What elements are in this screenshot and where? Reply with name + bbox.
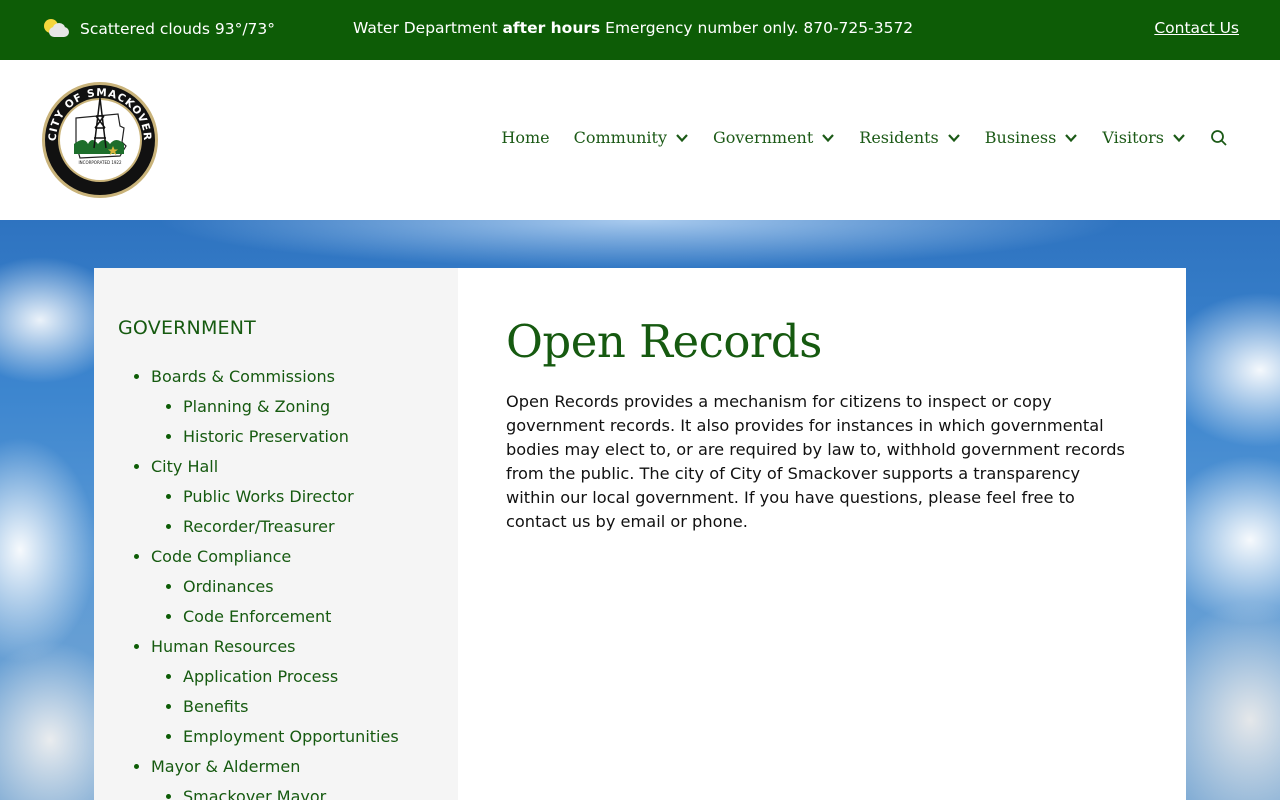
nav-residents[interactable]: Residents xyxy=(859,128,961,147)
sidebar-item-label: Historic Preservation xyxy=(183,427,349,446)
sidebar-item-benefits[interactable]: Benefits xyxy=(183,692,399,722)
sidebar-item-smackover-mayor[interactable]: Smackover Mayor xyxy=(183,782,399,800)
weather-widget: Scattered clouds 93°/73° xyxy=(43,17,275,41)
partly-cloudy-icon xyxy=(43,17,71,41)
nav-visitors-label: Visitors xyxy=(1102,128,1164,147)
sidebar-item-label: Employment Opportunities xyxy=(183,727,399,746)
sidebar-item-publicworks[interactable]: Public Works Director xyxy=(183,482,399,512)
sidebar-item-label: Application Process xyxy=(183,667,339,686)
sidebar-item-label: Smackover Mayor xyxy=(183,787,327,800)
chevron-down-icon xyxy=(822,133,835,142)
alert-suffix: Emergency number only. 870-725-3572 xyxy=(600,19,914,37)
sidebar-nav: Boards & Commissions Planning & Zoning H… xyxy=(151,362,399,800)
contact-us-link[interactable]: Contact Us xyxy=(1154,19,1239,37)
sidebar: GOVERNMENT Boards & Commissions Planning… xyxy=(94,268,458,800)
nav-community[interactable]: Community xyxy=(574,128,689,147)
sidebar-item-boards[interactable]: Boards & Commissions Planning & Zoning H… xyxy=(151,362,399,452)
sidebar-item-employment[interactable]: Employment Opportunities xyxy=(183,722,399,752)
main-nav: Home Community Government Residents Busi… xyxy=(501,128,1228,147)
nav-residents-label: Residents xyxy=(859,128,939,147)
sidebar-item-label: Benefits xyxy=(183,697,249,716)
nav-business-label: Business xyxy=(984,128,1057,147)
search-icon[interactable] xyxy=(1210,129,1228,147)
sidebar-item-cityhall[interactable]: City Hall Public Works Director Recorder… xyxy=(151,452,399,542)
emergency-alert: Water Department after hours Emergency n… xyxy=(353,19,913,37)
sidebar-item-label: Public Works Director xyxy=(183,487,354,506)
nav-home[interactable]: Home xyxy=(501,128,549,147)
logo-text-incorporated: INCORPORATED 1922 xyxy=(79,160,122,165)
nav-home-label: Home xyxy=(501,128,550,147)
site-header: CITY OF SMACKOVER ARKANSAS INCORPORATED … xyxy=(0,60,1280,220)
nav-visitors[interactable]: Visitors xyxy=(1102,128,1186,147)
alert-prefix: Water Department xyxy=(353,19,503,37)
top-alert-bar: Scattered clouds 93°/73° Water Departmen… xyxy=(0,0,1280,60)
sidebar-item-label: Boards & Commissions xyxy=(151,367,335,386)
sidebar-item-planning[interactable]: Planning & Zoning xyxy=(183,392,399,422)
alert-bold: after hours xyxy=(502,19,601,37)
sidebar-item-application[interactable]: Application Process xyxy=(183,662,399,692)
sidebar-item-ordinances[interactable]: Ordinances xyxy=(183,572,399,602)
content-card: GOVERNMENT Boards & Commissions Planning… xyxy=(94,268,1186,800)
sidebar-item-label: Code Enforcement xyxy=(183,607,332,626)
weather-text: Scattered clouds 93°/73° xyxy=(80,20,276,38)
page-body-text: Open Records provides a mechanism for ci… xyxy=(506,392,1125,531)
page-title: Open Records xyxy=(506,315,822,368)
chevron-down-icon xyxy=(676,133,688,142)
sidebar-item-label: City Hall xyxy=(151,457,219,476)
sidebar-item-label: Human Resources xyxy=(151,637,296,656)
nav-government-label: Government xyxy=(713,128,814,147)
sidebar-item-recorder[interactable]: Recorder/Treasurer xyxy=(183,512,399,542)
sidebar-item-label: Mayor & Aldermen xyxy=(151,757,301,776)
sidebar-item-label: Planning & Zoning xyxy=(183,397,331,416)
sidebar-item-code[interactable]: Code Compliance Ordinances Code Enforcem… xyxy=(151,542,399,632)
sidebar-item-enforcement[interactable]: Code Enforcement xyxy=(183,602,399,632)
chevron-down-icon xyxy=(1065,133,1078,142)
chevron-down-icon xyxy=(947,133,960,142)
main-content: Open Records Open Records provides a mec… xyxy=(506,268,1146,800)
nav-business[interactable]: Business xyxy=(985,128,1079,147)
nav-government[interactable]: Government xyxy=(713,128,835,147)
sidebar-item-label: Recorder/Treasurer xyxy=(183,517,335,536)
nav-community-label: Community xyxy=(573,128,668,147)
sidebar-item-mayor[interactable]: Mayor & Aldermen Smackover Mayor xyxy=(151,752,399,800)
sidebar-title: GOVERNMENT xyxy=(118,317,256,339)
sidebar-item-hr[interactable]: Human Resources Application Process Bene… xyxy=(151,632,399,752)
sidebar-item-label: Code Compliance xyxy=(151,547,292,566)
chevron-down-icon xyxy=(1173,133,1185,142)
sidebar-item-label: Ordinances xyxy=(183,577,274,596)
sidebar-item-historic[interactable]: Historic Preservation xyxy=(183,422,399,452)
city-seal-logo[interactable]: CITY OF SMACKOVER ARKANSAS INCORPORATED … xyxy=(40,80,160,200)
